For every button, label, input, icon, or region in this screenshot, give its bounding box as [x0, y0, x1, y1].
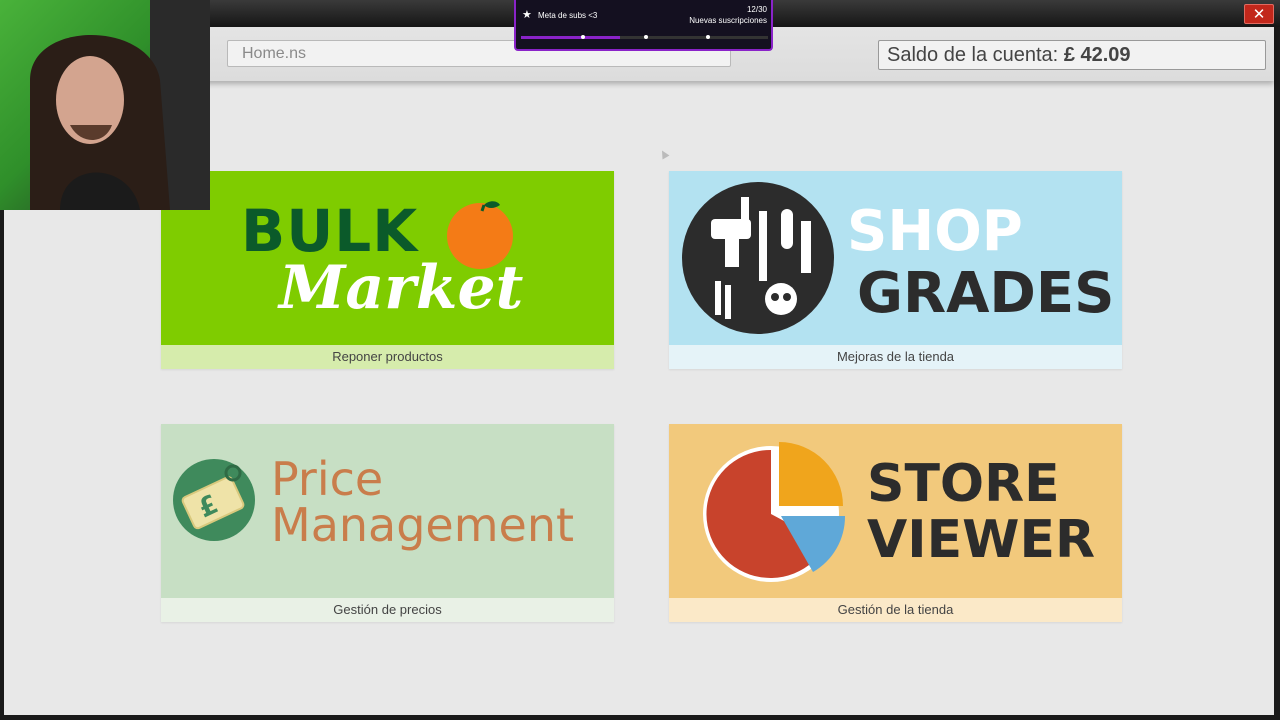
sub-goal-label: Meta de subs <3 [538, 11, 598, 20]
store-viewer-caption: Gestión de la tienda [669, 598, 1122, 622]
price-management-card[interactable]: £ Price Management Gestión de precios [161, 424, 614, 622]
progress-marker [644, 35, 648, 39]
sub-goal-progress-track [521, 35, 768, 39]
tools-icon [682, 182, 834, 334]
store-viewer-banner[interactable]: STORE VIEWER [669, 424, 1122, 598]
sub-goal-count: 12/30 [746, 5, 767, 14]
store-viewer-card[interactable]: STORE VIEWER Gestión de la tienda [669, 424, 1122, 622]
pie-chart-icon [703, 442, 846, 582]
close-button[interactable]: ✕ [1244, 4, 1274, 24]
balance-label: Saldo de la cuenta: [887, 44, 1059, 66]
shop-grades-banner[interactable]: SHOP GRADES [669, 171, 1122, 345]
sub-goal-subtitle: Nuevas suscripciones [689, 16, 767, 25]
star-icon: ★ [522, 8, 532, 21]
webcam-feed [0, 0, 210, 210]
progress-marker [581, 35, 585, 39]
price-management-title-line2: Management [271, 498, 575, 552]
shop-grades-title-line1: SHOP [847, 199, 1023, 264]
bulk-market-card[interactable]: BULK Market Reponer productos [161, 171, 614, 369]
bulk-market-banner[interactable]: BULK Market [161, 171, 614, 345]
sub-goal-overlay: ★ Meta de subs <3 12/30 Nuevas suscripci… [514, 0, 773, 51]
bulk-market-title-line2: Market [279, 253, 524, 323]
price-management-banner[interactable]: £ Price Management [161, 424, 614, 598]
balance-value: £ 42.09 [1063, 44, 1131, 66]
mouse-cursor-icon [658, 148, 670, 160]
account-balance: Saldo de la cuenta: £ 42.09 [878, 40, 1266, 70]
shop-grades-caption: Mejoras de la tienda [669, 345, 1122, 369]
shop-grades-card[interactable]: SHOP GRADES Mejoras de la tienda [669, 171, 1122, 369]
price-management-caption: Gestión de precios [161, 598, 614, 622]
store-viewer-title-line2: VIEWER [867, 510, 1096, 570]
price-tag-icon: £ [173, 459, 255, 541]
streamer-image [30, 0, 210, 210]
shop-grades-title-line2: GRADES [857, 261, 1115, 326]
bulk-market-caption: Reponer productos [161, 345, 614, 369]
progress-marker [706, 35, 710, 39]
store-viewer-title-line1: STORE [867, 454, 1060, 514]
sub-goal-progress-fill [521, 36, 620, 39]
